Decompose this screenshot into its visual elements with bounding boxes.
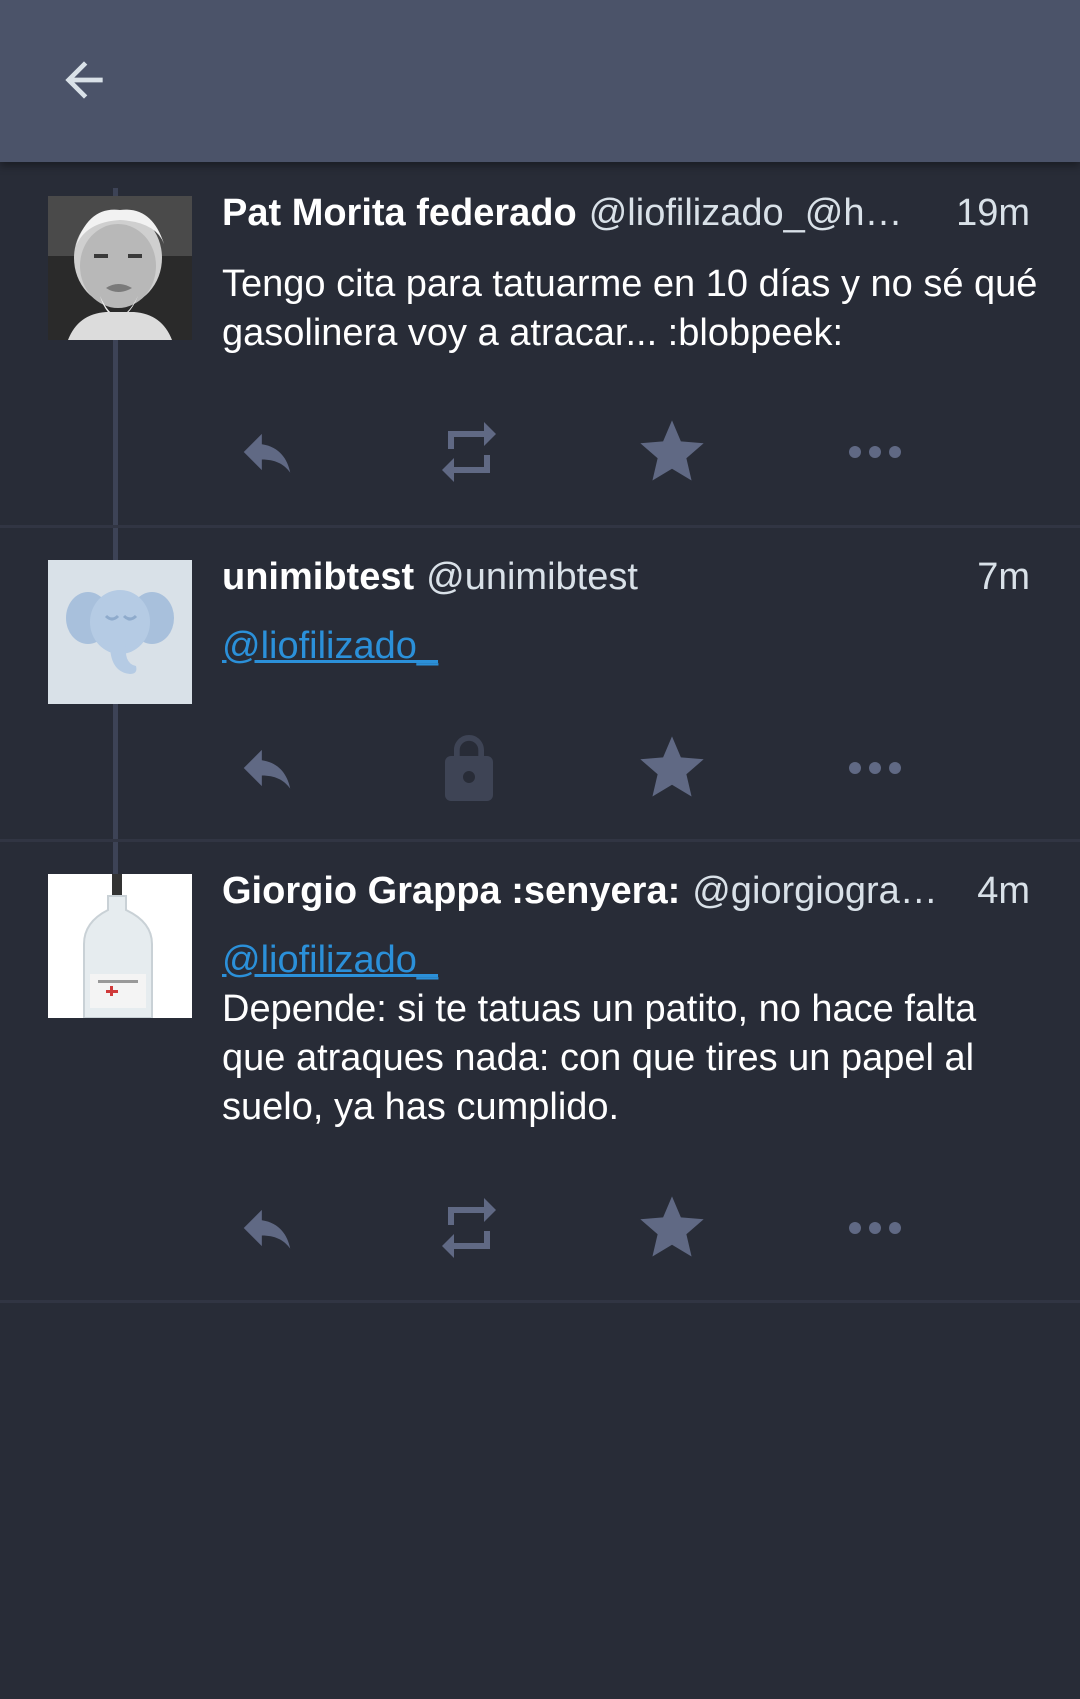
action-bar [222, 728, 942, 808]
status-item[interactable]: unimibtest @unimibtest 7m @liofilizado_ [0, 528, 1080, 842]
mention-link[interactable]: @liofilizado_ [222, 625, 438, 667]
more-icon [849, 762, 901, 774]
default-elephant-avatar [48, 560, 192, 704]
reply-icon [243, 433, 291, 473]
avatar[interactable] [48, 874, 192, 1018]
action-bar [222, 1188, 942, 1268]
arrow-left-icon [65, 61, 103, 99]
status-content: @liofilizado_ Depende: si te tatuas un p… [222, 936, 1042, 1132]
display-name[interactable]: Pat Morita federado [222, 188, 577, 238]
display-name[interactable]: unimibtest [222, 552, 414, 602]
avatar[interactable] [48, 560, 192, 704]
favourite-button[interactable] [627, 728, 717, 808]
favourite-icon [640, 420, 704, 481]
display-name[interactable]: Giorgio Grappa :senyera: [222, 866, 680, 916]
timestamp[interactable]: 7m [977, 552, 1030, 602]
lock-icon [445, 735, 493, 801]
more-button[interactable] [830, 412, 920, 492]
favourite-icon [640, 736, 704, 797]
favourite-button[interactable] [627, 1188, 717, 1268]
boost-button[interactable] [424, 412, 514, 492]
favourite-icon [640, 1196, 704, 1257]
more-icon [849, 1222, 901, 1234]
status-item[interactable]: Giorgio Grappa :senyera: @giorgiogra… 4m… [0, 842, 1080, 1303]
boost-disabled-button[interactable] [424, 728, 514, 808]
action-bar [222, 412, 942, 492]
back-button[interactable] [40, 36, 128, 124]
account-handle[interactable]: @unimibtest [426, 552, 969, 602]
reply-button[interactable] [222, 412, 312, 492]
status-content: @liofilizado_ [222, 622, 1042, 671]
timestamp[interactable]: 19m [956, 188, 1030, 238]
status-content: Tengo cita para tatuarme en 10 días y no… [222, 263, 1038, 354]
boost-icon [442, 1198, 496, 1258]
reply-button[interactable] [222, 1188, 312, 1268]
boost-button[interactable] [424, 1188, 514, 1268]
boost-icon [442, 422, 496, 482]
top-bar [0, 0, 1080, 162]
bottle-avatar [48, 874, 192, 1018]
more-icon [849, 446, 901, 458]
status-item[interactable]: Pat Morita federado @liofilizado_@h… 19m… [0, 162, 1080, 528]
status-text: Depende: si te tatuas un patito, no hace… [222, 988, 977, 1128]
reply-icon [243, 1209, 291, 1249]
avatar[interactable] [48, 196, 192, 340]
timestamp[interactable]: 4m [977, 866, 1030, 916]
reply-button[interactable] [222, 728, 312, 808]
more-button[interactable] [830, 1188, 920, 1268]
reply-icon [243, 749, 291, 789]
more-button[interactable] [830, 728, 920, 808]
mention-link[interactable]: @liofilizado_ [222, 939, 438, 981]
account-handle[interactable]: @liofilizado_@h… [589, 188, 948, 238]
favourite-button[interactable] [627, 412, 717, 492]
portrait-avatar [48, 196, 192, 340]
account-handle[interactable]: @giorgiogra… [692, 866, 969, 916]
